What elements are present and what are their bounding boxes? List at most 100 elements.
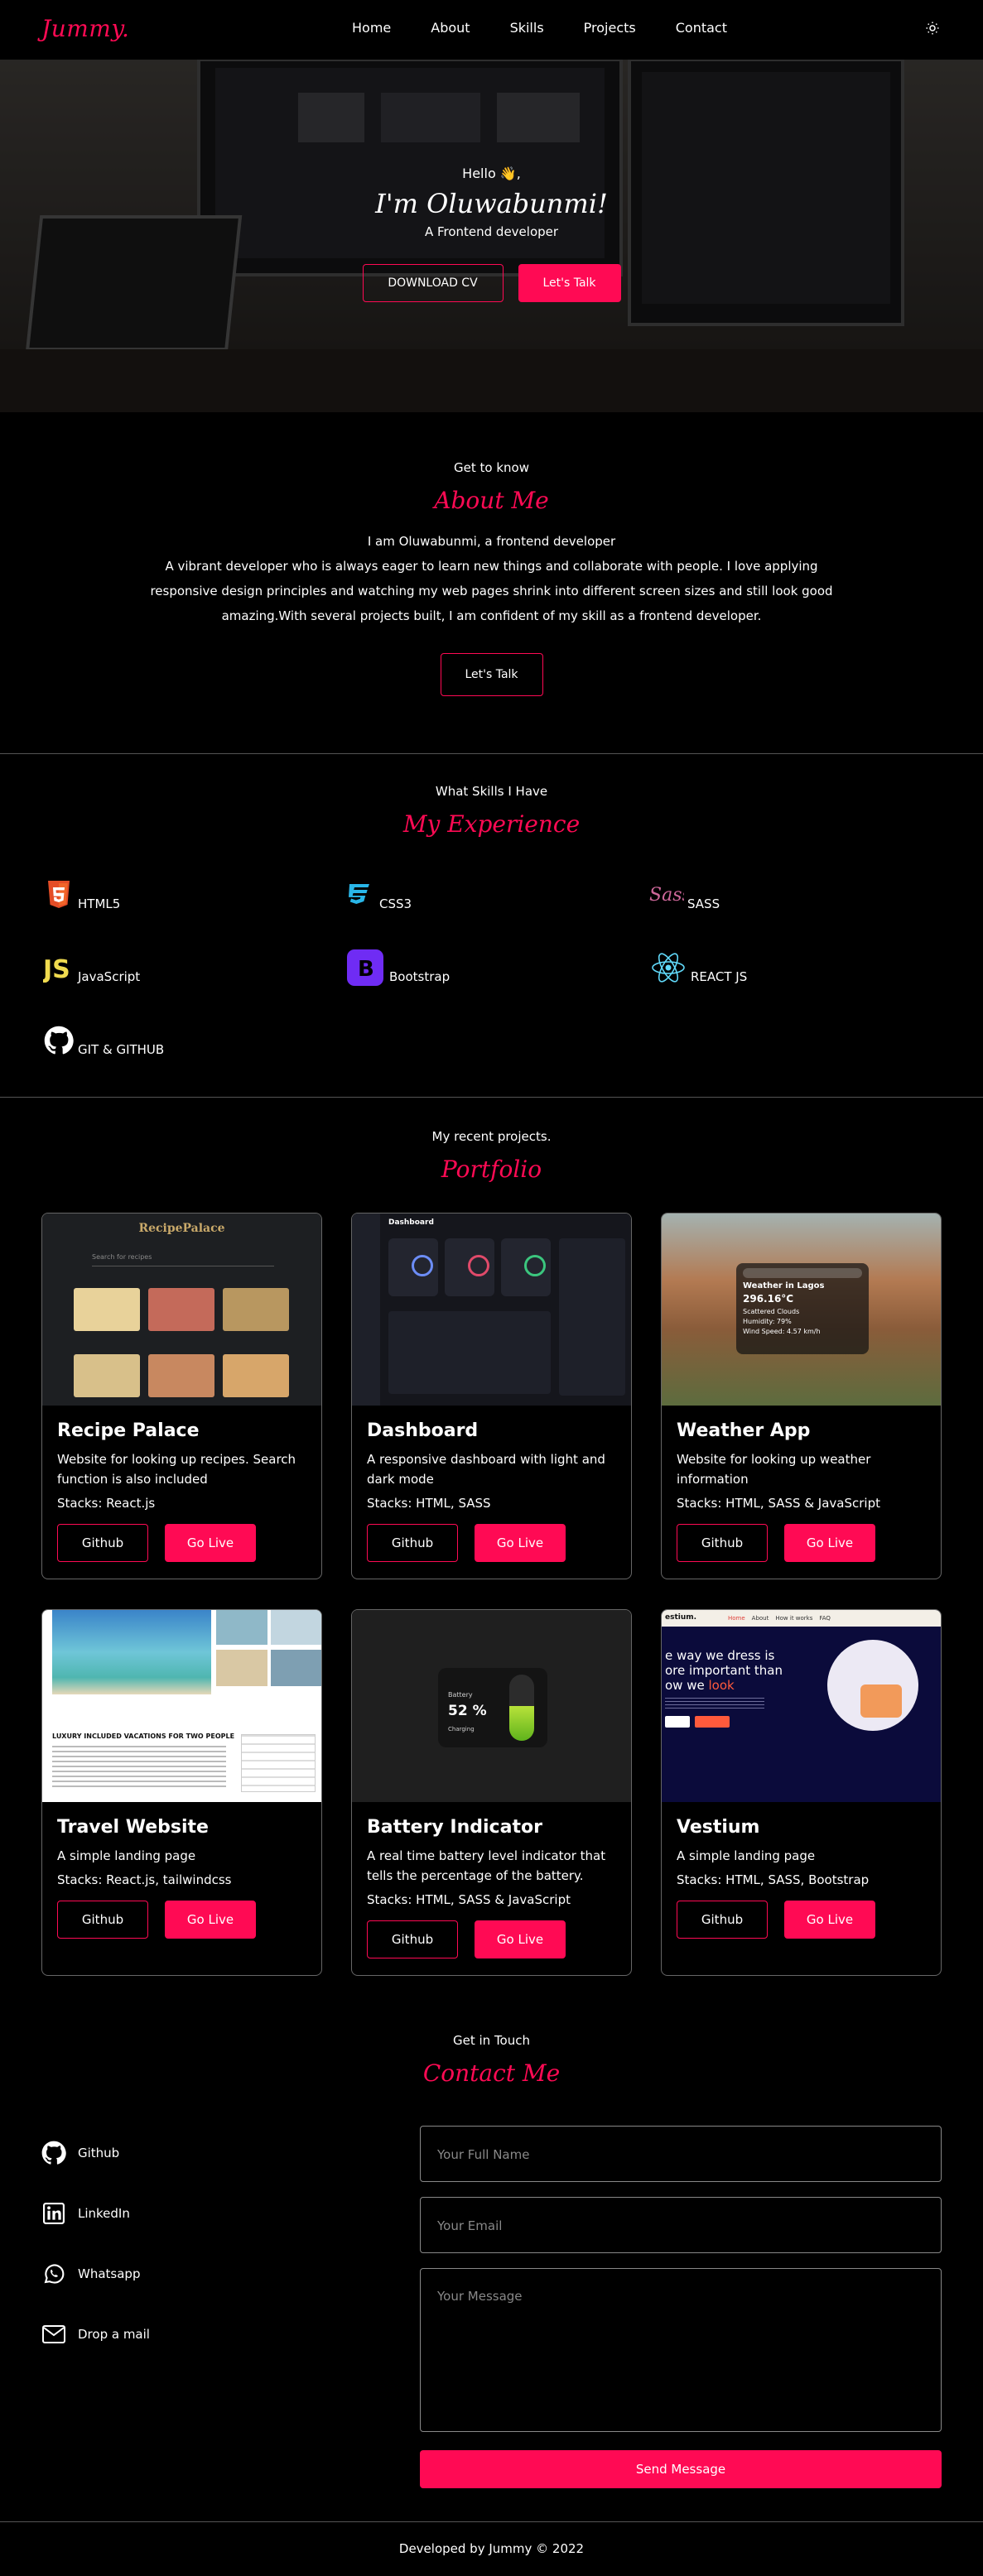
- github-button[interactable]: Github: [57, 1524, 148, 1562]
- about-lets-talk-button[interactable]: Let's Talk: [440, 653, 543, 696]
- thumb-battery-value: 52 %: [448, 1703, 487, 1719]
- hero-buttons: DOWNLOAD CV Let's Talk: [0, 264, 983, 302]
- project-description: Website for looking up weather informati…: [677, 1452, 871, 1487]
- footer: Developed by Jummy © 2022: [0, 2521, 983, 2576]
- project-stack: Stacks: HTML, SASS & JavaScript: [677, 1496, 880, 1511]
- svg-text:Sass: Sass: [649, 885, 684, 906]
- skill-bootstrap: B Bootstrap: [345, 949, 450, 986]
- logo[interactable]: Jummy.: [41, 15, 129, 42]
- full-name-input[interactable]: Your Full Name: [420, 2126, 942, 2182]
- weather-app-screenshot: Weather in Lagos 296.16°C Scattered Clou…: [662, 1214, 941, 1406]
- hero-content: Hello 👋, I'm Oluwabunmi! A Frontend deve…: [0, 166, 983, 302]
- project-stack: Stacks: HTML, SASS: [367, 1496, 491, 1511]
- skills-section: What Skills I Have My Experience HTML5 C…: [0, 754, 983, 1097]
- contact-link-whatsapp[interactable]: Whatsapp: [41, 2261, 150, 2286]
- vestium-screenshot: estium. Home About How it works FAQ e wa…: [662, 1610, 941, 1802]
- github-icon: [41, 2141, 66, 2165]
- about-subtitle: Get to know: [454, 460, 529, 475]
- github-icon: [43, 1024, 75, 1057]
- project-title: Travel Website: [57, 1817, 209, 1838]
- project-title: Battery Indicator: [367, 1817, 542, 1838]
- nav-link-projects[interactable]: Projects: [584, 20, 636, 36]
- about-section: Get to know About Me I am Oluwabunmi, a …: [0, 412, 983, 753]
- javascript-icon: JS: [43, 951, 75, 984]
- thumb-humidity: Humidity: 79%: [743, 1318, 792, 1325]
- go-live-button[interactable]: Go Live: [784, 1524, 875, 1562]
- project-card: RecipePalace Search for recipes Recipe P…: [41, 1213, 322, 1579]
- projects-section: My recent projects. Portfolio RecipePala…: [0, 1098, 983, 1992]
- nav-link-skills[interactable]: Skills: [510, 20, 544, 36]
- contact-link-label: Drop a mail: [78, 2327, 150, 2342]
- skill-label: CSS3: [379, 896, 412, 911]
- go-live-button[interactable]: Go Live: [165, 1524, 256, 1562]
- project-stack: Stacks: HTML, SASS, Bootstrap: [677, 1872, 870, 1887]
- hero-role: A Frontend developer: [424, 224, 559, 239]
- svg-text:B: B: [358, 957, 374, 982]
- travel-website-screenshot: LUXURY INCLUDED VACATIONS FOR TWO PEOPLE: [42, 1610, 321, 1802]
- go-live-button[interactable]: Go Live: [475, 1524, 566, 1562]
- thumb-battery-status: Charging: [448, 1726, 475, 1733]
- github-button[interactable]: Github: [677, 1901, 768, 1939]
- thumb-temp: 296.16°C: [743, 1293, 794, 1305]
- dashboard-screenshot: Dashboard: [352, 1214, 631, 1406]
- contact-link-github[interactable]: Github: [41, 2141, 150, 2165]
- contact-link-mail[interactable]: Drop a mail: [41, 2322, 150, 2347]
- project-description: A simple landing page: [677, 1848, 816, 1863]
- contact-title: Contact Me: [422, 2059, 561, 2087]
- html5-icon: [43, 878, 75, 911]
- css3-icon: [345, 878, 376, 911]
- message-textarea[interactable]: Your Message: [420, 2268, 942, 2432]
- contact-links: Github LinkedIn Whatsapp Drop a mail: [41, 2141, 150, 2382]
- skill-label: GIT & GITHUB: [78, 1042, 165, 1057]
- github-button[interactable]: Github: [57, 1901, 148, 1939]
- projects-title: Portfolio: [441, 1156, 542, 1183]
- react-icon: [649, 951, 687, 984]
- skills-title: My Experience: [402, 810, 581, 838]
- thumb-title: Dashboard: [388, 1218, 434, 1227]
- project-stack: Stacks: React.js: [57, 1496, 156, 1511]
- nav-links: Home About Skills Projects Contact: [352, 20, 767, 36]
- contact-link-label: LinkedIn: [78, 2206, 130, 2221]
- skills-subtitle: What Skills I Have: [435, 784, 548, 799]
- nav-link-contact[interactable]: Contact: [676, 20, 727, 36]
- skill-sass: Sass SASS: [649, 878, 720, 911]
- project-stack: Stacks: React.js, tailwindcss: [57, 1872, 232, 1887]
- thumb-brand: estium.: [665, 1613, 697, 1622]
- navbar: Jummy. Home About Skills Projects Contac…: [0, 0, 983, 60]
- about-text: A vibrant developer who is always eager …: [150, 559, 833, 623]
- github-button[interactable]: Github: [367, 1920, 458, 1958]
- go-live-button[interactable]: Go Live: [784, 1901, 875, 1939]
- thumb-headline: LUXURY INCLUDED VACATIONS FOR TWO PEOPLE: [52, 1733, 235, 1740]
- nav-link-home[interactable]: Home: [352, 20, 391, 36]
- hero-greeting: Hello 👋,: [462, 166, 521, 181]
- send-message-button[interactable]: Send Message: [420, 2450, 942, 2488]
- thumb-search: Search for recipes: [92, 1248, 274, 1266]
- github-button[interactable]: Github: [677, 1524, 768, 1562]
- lets-talk-button[interactable]: Let's Talk: [518, 264, 621, 302]
- skill-label: SASS: [687, 896, 720, 911]
- github-button[interactable]: Github: [367, 1524, 458, 1562]
- go-live-button[interactable]: Go Live: [475, 1920, 566, 1958]
- project-description: A responsive dashboard with light and da…: [367, 1452, 605, 1487]
- svg-text:JS: JS: [43, 955, 70, 983]
- project-card: Battery 52 % Charging Battery Indicator …: [351, 1609, 632, 1976]
- whatsapp-icon: [41, 2261, 66, 2286]
- hero-name: I'm Oluwabunmi!: [375, 188, 608, 219]
- contact-link-linkedin[interactable]: LinkedIn: [41, 2201, 150, 2226]
- mail-icon: [41, 2322, 66, 2347]
- battery-indicator-screenshot: Battery 52 % Charging: [352, 1610, 631, 1802]
- skill-label: HTML5: [78, 896, 121, 911]
- thumb-desc: Scattered Clouds: [743, 1308, 800, 1315]
- projects-subtitle: My recent projects.: [431, 1129, 552, 1144]
- download-cv-button[interactable]: DOWNLOAD CV: [362, 264, 504, 302]
- project-card: estium. Home About How it works FAQ e wa…: [661, 1609, 942, 1976]
- sun-icon[interactable]: [925, 21, 942, 37]
- nav-link-about[interactable]: About: [431, 20, 470, 36]
- email-input[interactable]: Your Email: [420, 2197, 942, 2253]
- contact-subtitle: Get in Touch: [453, 2033, 530, 2048]
- project-title: Weather App: [677, 1420, 811, 1441]
- project-title: Dashboard: [367, 1420, 479, 1441]
- project-card: Dashboard Dashboard A responsive dashboa…: [351, 1213, 632, 1579]
- thumb-city: Weather in Lagos: [743, 1281, 825, 1290]
- go-live-button[interactable]: Go Live: [165, 1901, 256, 1939]
